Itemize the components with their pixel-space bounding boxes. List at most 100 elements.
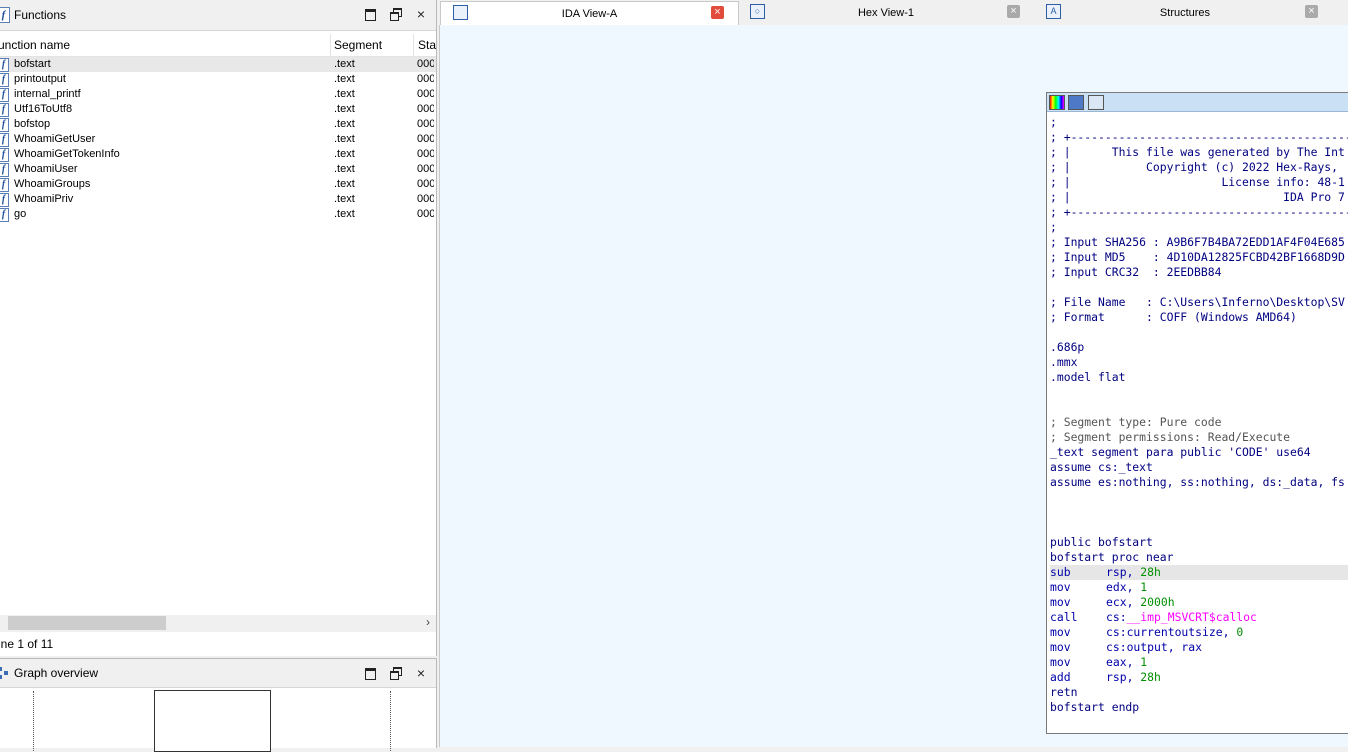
column-divider[interactable]: [413, 34, 414, 56]
function-name: WhoamiUser: [14, 163, 78, 175]
function-icon: f: [0, 163, 9, 177]
close-tab-icon[interactable]: ×: [1305, 5, 1318, 18]
code-line[interactable]: public bofstart: [1050, 535, 1348, 550]
code-line[interactable]: assume es:nothing, ss:nothing, ds:_data,…: [1050, 475, 1348, 490]
code-line[interactable]: ; Input MD5 : 4D10DA12825FCBD42BF1668D9D: [1050, 250, 1348, 265]
code-line[interactable]: ; +-------------------------------------…: [1050, 130, 1348, 145]
tab-structures[interactable]: A Structures ×: [1035, 1, 1335, 25]
code-line[interactable]: mov ecx, 2000h: [1050, 595, 1348, 610]
code-line[interactable]: ; Input CRC32 : 2EEDBB84: [1050, 265, 1348, 280]
function-name: bofstop: [14, 118, 51, 130]
code-line[interactable]: [1050, 520, 1348, 535]
graph-overview-title: Graph overview: [14, 666, 99, 680]
operand: edx,: [1106, 580, 1141, 594]
close-tab-icon[interactable]: ×: [711, 6, 724, 19]
code-line[interactable]: add rsp, 28h: [1050, 670, 1348, 685]
maximize-icon[interactable]: [363, 666, 377, 680]
function-row[interactable]: f WhoamiPriv .text 000: [0, 192, 436, 207]
code-line[interactable]: mov cs:currentoutsize, 0: [1050, 625, 1348, 640]
code-line[interactable]: .model flat: [1050, 370, 1348, 385]
code-line[interactable]: call cs:__imp_MSVCRT$calloc: [1050, 610, 1348, 625]
close-icon[interactable]: ×: [414, 7, 428, 21]
scroll-right-icon[interactable]: ›: [426, 615, 430, 629]
function-icon: f: [0, 118, 9, 132]
code-line[interactable]: bofstart endp: [1050, 700, 1348, 715]
function-icon: f: [0, 178, 9, 192]
group-icon[interactable]: [1088, 95, 1104, 110]
code-line[interactable]: mov edx, 1: [1050, 580, 1348, 595]
function-row[interactable]: f WhoamiGetTokenInfo .text 000: [0, 147, 436, 162]
tab-hex-view-1[interactable]: ○ Hex View-1 ×: [741, 1, 1031, 25]
code-line[interactable]: [1050, 325, 1348, 340]
code-line[interactable]: ; | This file was generated by The Int: [1050, 145, 1348, 160]
graph-overview-title-bar[interactable]: Graph overview ×: [0, 659, 436, 688]
graph-node-icon[interactable]: [1068, 95, 1084, 110]
function-row[interactable]: f go .text 000: [0, 207, 436, 222]
code-line[interactable]: assume cs:_text: [1050, 460, 1348, 475]
code-line[interactable]: ; | Copyright (c) 2022 Hex-Rays,: [1050, 160, 1348, 175]
code-line[interactable]: ; Format : COFF (Windows AMD64): [1050, 310, 1348, 325]
function-row[interactable]: f bofstop .text 000: [0, 117, 436, 132]
function-start: 000: [417, 178, 434, 190]
function-segment: .text: [334, 148, 355, 160]
mnemonic: mov: [1050, 640, 1071, 654]
column-start[interactable]: Sta: [418, 38, 436, 52]
color-icon[interactable]: [1049, 95, 1065, 110]
code-text: ; | IDA Pro 7: [1050, 190, 1345, 204]
code-line[interactable]: .mmx: [1050, 355, 1348, 370]
maximize-icon[interactable]: [363, 7, 377, 21]
code-line[interactable]: [1050, 280, 1348, 295]
column-divider[interactable]: [330, 34, 331, 56]
function-icon: f: [0, 148, 9, 162]
code-line[interactable]: ; | IDA Pro 7: [1050, 190, 1348, 205]
code-line[interactable]: sub rsp, 28h: [1050, 565, 1348, 580]
code-line[interactable]: ; Input SHA256 : A9B6F7B4BA72EDD1AF4F04E…: [1050, 235, 1348, 250]
code-line[interactable]: .686p: [1050, 340, 1348, 355]
code-line[interactable]: ; Segment permissions: Read/Execute: [1050, 430, 1348, 445]
code-line[interactable]: mov cs:output, rax: [1050, 640, 1348, 655]
function-row[interactable]: f internal_printf .text 000: [0, 87, 436, 102]
code-line[interactable]: retn: [1050, 685, 1348, 700]
functions-title-bar[interactable]: f Functions ×: [0, 0, 436, 31]
code-line[interactable]: bofstart proc near: [1050, 550, 1348, 565]
scrollbar-thumb[interactable]: [8, 616, 166, 630]
column-segment[interactable]: Segment: [334, 38, 382, 52]
function-row[interactable]: f WhoamiUser .text 000: [0, 162, 436, 177]
code-text: ;: [1050, 115, 1057, 129]
node-title-bar[interactable]: [1047, 93, 1348, 112]
tab-ida-view-a[interactable]: IDA View-A ×: [440, 1, 739, 27]
code-text: .686p: [1050, 340, 1085, 354]
function-row[interactable]: f bofstart .text 000: [0, 57, 436, 72]
function-name: internal_printf: [14, 88, 81, 100]
function-row[interactable]: f WhoamiGetUser .text 000: [0, 132, 436, 147]
column-function-name[interactable]: unction name: [0, 38, 70, 52]
code-line[interactable]: [1050, 400, 1348, 415]
code-line[interactable]: mov eax, 1: [1050, 655, 1348, 670]
code-line[interactable]: ;: [1050, 115, 1348, 130]
code-line[interactable]: _text segment para public 'CODE' use64: [1050, 445, 1348, 460]
close-icon[interactable]: ×: [414, 666, 428, 680]
code-line[interactable]: [1050, 385, 1348, 400]
disassembly-text[interactable]: ;; +------------------------------------…: [1050, 113, 1348, 733]
function-segment: .text: [334, 88, 355, 100]
code-line[interactable]: [1050, 505, 1348, 520]
functions-panel: f Functions × unction name Segment Sta f…: [0, 0, 437, 656]
function-icon: f: [0, 73, 9, 87]
function-row[interactable]: f WhoamiGroups .text 000: [0, 177, 436, 192]
function-start: 000: [417, 133, 434, 145]
function-row[interactable]: f Utf16ToUtf8 .text 000: [0, 102, 436, 117]
function-start: 000: [417, 88, 434, 100]
restore-icon[interactable]: [389, 666, 403, 680]
close-tab-icon[interactable]: ×: [1007, 5, 1020, 18]
functions-horizontal-scrollbar[interactable]: ›: [0, 615, 436, 632]
disassembly-node[interactable]: ;; +------------------------------------…: [1046, 92, 1348, 734]
code-line[interactable]: ; Segment type: Pure code: [1050, 415, 1348, 430]
code-line[interactable]: ; +-------------------------------------…: [1050, 205, 1348, 220]
code-line[interactable]: ;: [1050, 220, 1348, 235]
code-line[interactable]: ; File Name : C:\Users\Inferno\Desktop\S…: [1050, 295, 1348, 310]
restore-icon[interactable]: [389, 7, 403, 21]
code-line[interactable]: ; | License info: 48-1: [1050, 175, 1348, 190]
code-line[interactable]: [1050, 490, 1348, 505]
graph-viewport-box[interactable]: [154, 690, 271, 752]
function-row[interactable]: f printoutput .text 000: [0, 72, 436, 87]
